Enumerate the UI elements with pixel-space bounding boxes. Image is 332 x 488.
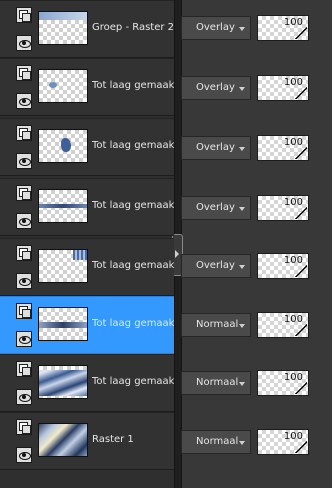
visibility-eye-icon[interactable]: [16, 213, 32, 229]
chevron-down-icon: [239, 147, 245, 151]
chevron-down-icon: [239, 265, 245, 269]
layer-mask-icon[interactable]: [16, 303, 32, 319]
opacity-field[interactable]: 100: [257, 195, 309, 221]
visibility-eye-icon[interactable]: [16, 331, 32, 347]
visibility-eye-icon[interactable]: [16, 389, 32, 405]
blend-mode-dropdown[interactable]: Overlay: [181, 254, 251, 278]
layer-thumbnail: [38, 423, 88, 457]
layer-name: Tot laag gemaakte se: [92, 200, 174, 211]
chevron-down-icon: [239, 382, 245, 386]
layer-thumbnail: [38, 307, 88, 341]
opacity-slider-icon: [295, 27, 307, 39]
layer-name: Tot laag gemaakte se: [92, 260, 174, 271]
layer-thumbnail: [38, 189, 88, 223]
layer-name: Tot laag gemaakte se: [92, 140, 174, 151]
layers-panel: Groep - Raster 2 Overlay 100 Tot laag ge…: [0, 0, 332, 488]
visibility-eye-icon[interactable]: [16, 35, 32, 51]
layer-thumbnail: [38, 129, 88, 163]
opacity-slider-icon: [295, 147, 307, 159]
layer-properties-column: [181, 0, 332, 488]
layer-thumbnail: [38, 11, 88, 45]
layer-row[interactable]: Tot laag gemaakte se: [0, 238, 174, 296]
visibility-eye-icon[interactable]: [16, 93, 32, 109]
opacity-slider-icon: [295, 324, 307, 336]
opacity-field[interactable]: 100: [257, 15, 309, 41]
visibility-eye-icon[interactable]: [16, 447, 32, 463]
blend-mode-dropdown[interactable]: Normaal: [181, 313, 251, 337]
opacity-slider-icon: [295, 207, 307, 219]
layer-name: Tot laag gemaakte se: [92, 376, 174, 387]
layer-thumbnail: [38, 69, 88, 103]
blend-mode-dropdown[interactable]: Overlay: [181, 16, 251, 40]
opacity-slider-icon: [295, 382, 307, 394]
opacity-field[interactable]: 100: [257, 429, 309, 455]
opacity-slider-icon: [295, 265, 307, 277]
visibility-eye-icon[interactable]: [16, 273, 32, 289]
chevron-down-icon: [239, 324, 245, 328]
layer-row[interactable]: Groep - Raster 2: [0, 0, 174, 58]
layer-mask-icon[interactable]: [16, 185, 32, 201]
opacity-slider-icon: [295, 87, 307, 99]
layer-name: Raster 1: [92, 434, 134, 445]
chevron-down-icon: [239, 441, 245, 445]
layer-row-selected[interactable]: Tot laag gemaakte se: [0, 296, 174, 354]
blend-mode-dropdown[interactable]: Overlay: [181, 136, 251, 160]
layer-mask-icon[interactable]: [16, 245, 32, 261]
layer-name: Groep - Raster 2: [92, 22, 174, 33]
layer-row[interactable]: Tot laag gemaakte se: [0, 178, 174, 236]
blend-mode-dropdown[interactable]: Normaal: [181, 430, 251, 454]
layer-mask-icon[interactable]: [16, 361, 32, 377]
layer-name: Tot laag gemaakte se: [92, 318, 174, 329]
opacity-field[interactable]: 100: [257, 75, 309, 101]
blend-mode-dropdown[interactable]: Normaal: [181, 371, 251, 395]
layer-row[interactable]: Raster 1: [0, 412, 174, 470]
layer-thumbnail: [38, 365, 88, 399]
opacity-field[interactable]: 100: [257, 253, 309, 279]
chevron-down-icon: [239, 207, 245, 211]
blend-mode-dropdown[interactable]: Overlay: [181, 76, 251, 100]
opacity-slider-icon: [295, 441, 307, 453]
layer-mask-icon[interactable]: [16, 65, 32, 81]
chevron-down-icon: [239, 27, 245, 31]
layer-mask-icon[interactable]: [16, 419, 32, 435]
layer-row[interactable]: Tot laag gemaakte se: [0, 354, 174, 412]
layer-row[interactable]: Tot laag gemaakte se: [0, 118, 174, 176]
layer-mask-icon[interactable]: [16, 125, 32, 141]
layer-name: Tot laag gemaakte se: [92, 80, 174, 91]
opacity-field[interactable]: 100: [257, 312, 309, 338]
layer-mask-icon[interactable]: [16, 7, 32, 23]
opacity-field[interactable]: 100: [257, 370, 309, 396]
visibility-eye-icon[interactable]: [16, 153, 32, 169]
chevron-down-icon: [239, 87, 245, 91]
opacity-field[interactable]: 100: [257, 135, 309, 161]
layer-row[interactable]: Tot laag gemaakte se: [0, 58, 174, 116]
layer-thumbnail: [38, 249, 88, 283]
blend-mode-dropdown[interactable]: Overlay: [181, 196, 251, 220]
